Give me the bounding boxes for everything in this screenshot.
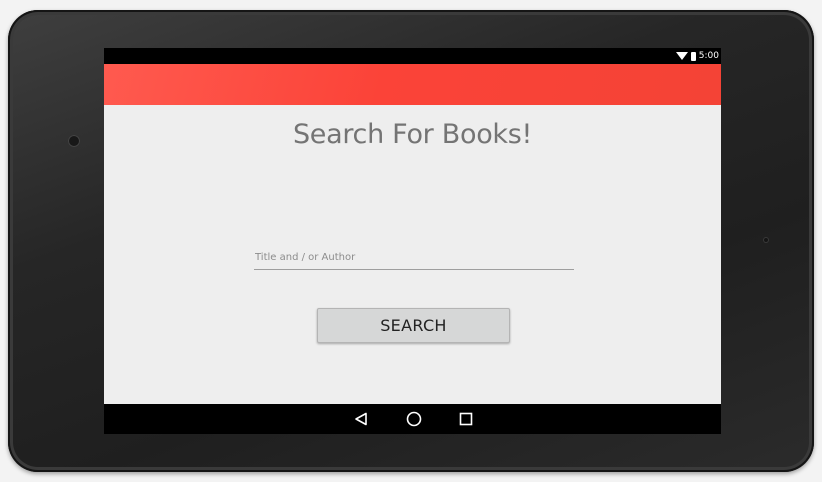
home-button[interactable] xyxy=(394,404,434,434)
front-camera xyxy=(68,135,80,147)
screen: 5:00 Search For Books! SEARCH xyxy=(104,48,721,434)
status-time: 5:00 xyxy=(698,51,719,61)
page-title: Search For Books! xyxy=(292,119,533,150)
battery-icon xyxy=(690,51,696,61)
back-button[interactable] xyxy=(341,404,381,434)
search-button[interactable]: SEARCH xyxy=(317,308,510,343)
navigation-bar xyxy=(104,404,721,434)
main-content: Search For Books! SEARCH xyxy=(104,105,721,404)
status-icons: 5:00 xyxy=(675,49,719,63)
status-bar: 5:00 xyxy=(104,48,721,64)
device-sensor xyxy=(763,237,769,243)
search-input[interactable] xyxy=(254,246,574,270)
app-bar xyxy=(104,64,721,105)
recent-apps-icon xyxy=(459,412,473,426)
wifi-icon xyxy=(675,52,688,60)
home-icon xyxy=(406,411,422,427)
recent-apps-button[interactable] xyxy=(446,404,486,434)
back-icon xyxy=(355,412,367,426)
